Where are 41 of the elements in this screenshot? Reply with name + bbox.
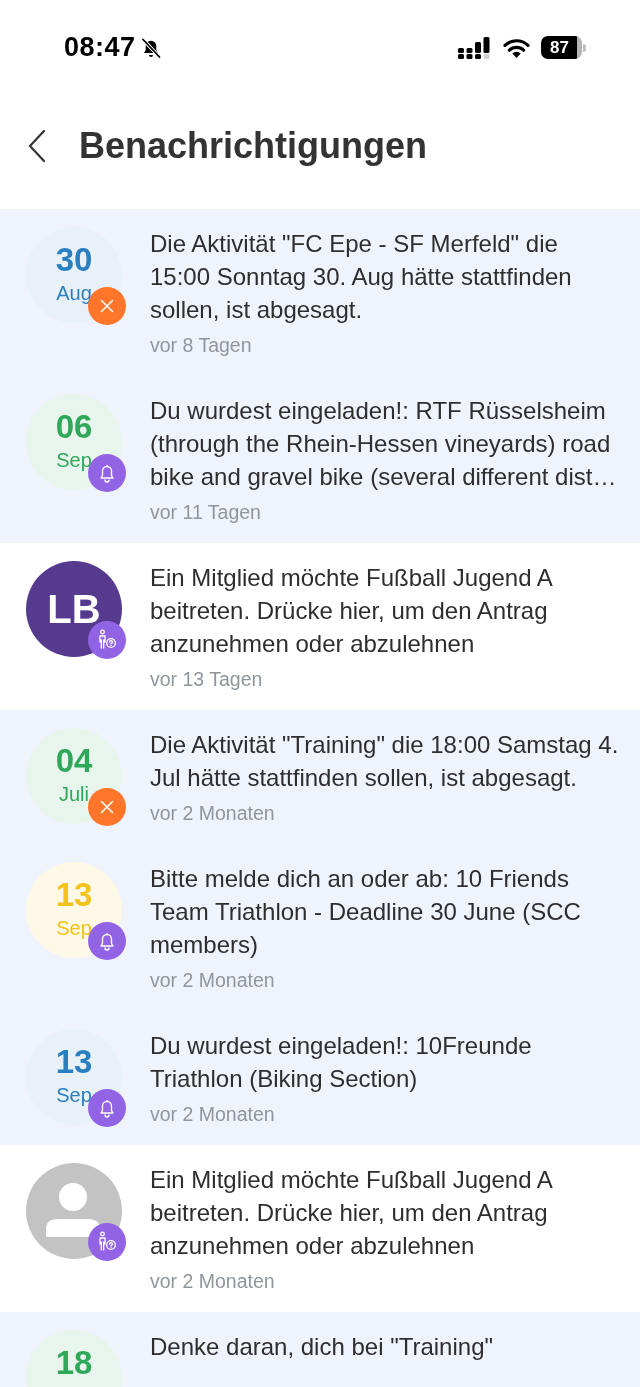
notification-item[interactable]: 04 Juli Die Aktivität "Training" die 18:00 Samstag 4. Jul hätte stattfinden sollen, ist abgesagt. vor 2 Monaten (0, 710, 640, 844)
notification-item[interactable]: 18 Denke daran, dich bei "Training" (0, 1312, 640, 1387)
notification-item[interactable]: 13 Sep Du wurdest eingeladen!: 10Freunde Triathlon (Biking Section) vor 2 Monaten (0, 1011, 640, 1145)
day-number: 04 (55, 744, 93, 778)
notification-message: Du wurdest eingeladen!: 10Freunde Triathlon (Biking Section) (150, 1031, 533, 1094)
cancel-icon (88, 788, 126, 826)
day-number: 18 (55, 1346, 93, 1380)
month-label: Sep (56, 1083, 92, 1107)
signal-icon (458, 36, 490, 59)
month-label: Juli (59, 782, 89, 806)
battery-indicator: 87 (541, 36, 586, 59)
notification-message: Du wurdest eingeladen!: RTF Rüsselsheim (through the Rhein-Hessen vineyards) road bike and gravel bike (several different dist… (150, 396, 618, 492)
notification-message: Ein Mitglied möchte Fußball Jugend A beitreten. Drücke hier, um den Antrag anzunehmen oder abzulehnen (150, 563, 554, 659)
notification-time: vor 2 Monaten (150, 1269, 276, 1294)
wifi-icon (503, 37, 530, 58)
notification-message: Denke daran, dich bei "Training" (150, 1332, 494, 1362)
notification-message: Die Aktivität "Training" die 18:00 Samstag 4. Jul hätte stattfinden sollen, ist abgesagt. (150, 730, 619, 793)
notification-item[interactable]: 30 Aug Die Aktivität "FC Epe - SF Merfeld" die 15:00 Sonntag 30. Aug hätte stattfinden sollen, ist abgesagt. vor 8 Tagen (0, 209, 640, 376)
notification-time: vor 2 Monaten (150, 801, 276, 826)
month-label: Aug (56, 281, 92, 305)
month-label: Sep (56, 916, 92, 940)
notification-time: vor 11 Tagen (150, 500, 262, 525)
notification-time: vor 2 Monaten (150, 968, 276, 993)
day-number: 06 (55, 410, 93, 444)
day-number: 13 (55, 878, 93, 912)
month-label: Sep (56, 448, 92, 472)
back-chevron-icon[interactable] (27, 129, 47, 163)
day-number: 13 (55, 1045, 93, 1079)
notification-item[interactable]: 13 Sep Bitte melde dich an oder ab: 10 Friends Team Triathlon - Deadline 30 June (SCC members) vor 2 Monaten (0, 844, 640, 1011)
status-time: 08:47 (64, 32, 136, 63)
notification-message: Ein Mitglied möchte Fußball Jugend A beitreten. Drücke hier, um den Antrag anzunehmen oder abzulehnen (150, 1165, 554, 1261)
notification-time: vor 13 Tagen (150, 667, 264, 692)
page-title: Benachrichtigungen (79, 125, 428, 167)
notification-item[interactable]: 06 Sep Du wurdest eingeladen!: RTF Rüsselsheim (through the Rhein-Hessen vineyards) road bike and gravel bike (several different dist… vor 11 Tagen (0, 376, 640, 543)
notification-time: vor 2 Monaten (150, 1102, 276, 1127)
person-question-icon (88, 1223, 126, 1261)
notification-time: vor 8 Tagen (150, 333, 253, 358)
person-question-icon (88, 621, 126, 659)
notification-message: Die Aktivität "FC Epe - SF Merfeld" die 15:00 Sonntag 30. Aug hätte stattfinden sollen, ist abgesagt. (150, 229, 573, 325)
notification-message: Bitte melde dich an oder ab: 10 Friends Team Triathlon - Deadline 30 June (SCC members) (150, 864, 582, 960)
day-number: 30 (55, 243, 93, 277)
